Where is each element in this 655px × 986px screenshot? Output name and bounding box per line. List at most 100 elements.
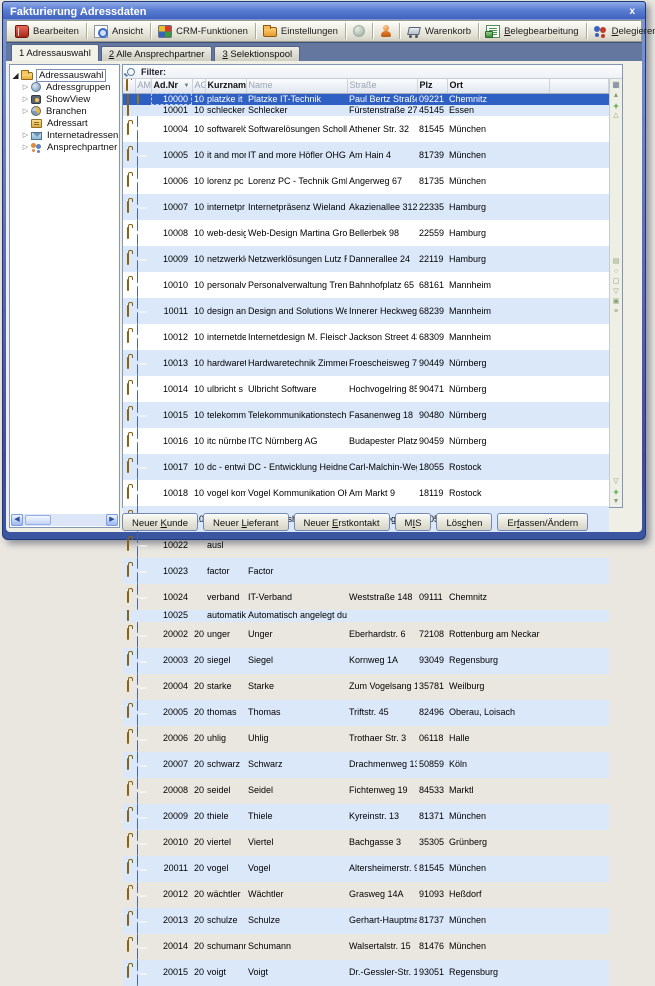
cell-adnr: 10009 — [151, 246, 192, 272]
globe-icon — [137, 402, 149, 428]
expander-icon[interactable]: ▷ — [20, 95, 31, 103]
table-row[interactable]: 1001410ulbricht sUlbricht SoftwareHochvo… — [123, 376, 609, 402]
table-row[interactable]: 2000820seidelSeidelFichtenweg 1984533Mar… — [123, 778, 609, 804]
tree-item-showview[interactable]: ▷ShowView — [10, 93, 119, 105]
scroll-right-icon[interactable]: ▶ — [106, 514, 118, 526]
column-header-lock-icon[interactable] — [123, 79, 135, 93]
toolbar-button-belegbearbeitung[interactable]: Belegbearbeitung — [481, 23, 584, 40]
table-row[interactable]: 2000520thomasThomasTriftstr. 4582496Ober… — [123, 700, 609, 726]
first-record-icon[interactable]: ▲ — [613, 91, 620, 101]
table-row[interactable]: 10022ausl — [123, 532, 609, 558]
table-row[interactable]: 2000420starkeStarkeZum Vogelsang 1535781… — [123, 674, 609, 700]
table-row[interactable]: 2001020viertelViertelBachgasse 335305Grü… — [123, 830, 609, 856]
search-record-icon[interactable]: ○ — [614, 267, 618, 277]
button-erfassen-ändern[interactable]: Erfassen/Ändern — [497, 513, 588, 531]
last-record-icon[interactable]: ▼ — [613, 497, 620, 507]
expander-icon[interactable]: ▷ — [20, 131, 31, 139]
tree-item-internetadressen[interactable]: ▷Internetadressen — [10, 129, 119, 141]
filter-funnel-icon[interactable]: ▽ — [613, 287, 618, 297]
table-row[interactable]: 1000610lorenz pcLorenz PC - Technik GmbH… — [123, 168, 609, 194]
column-header-name[interactable]: Name — [246, 79, 347, 93]
toolbar-button-person-icon[interactable] — [375, 23, 397, 40]
table-row[interactable]: 1000010platzke itPlatzke IT-TechnikPaul … — [123, 93, 609, 105]
table-row[interactable]: 2001520voigtVoigtDr.-Gessler-Str. 15B930… — [123, 960, 609, 986]
table-row[interactable]: 2000920thieleThieleKyreinstr. 1381371Mün… — [123, 804, 609, 830]
table-row[interactable]: 1001210internetdeInternetdesign M. Fleis… — [123, 324, 609, 350]
table-row[interactable]: 1001810vogel kommVogel Kommunikation OHG… — [123, 480, 609, 506]
tab-1-adressauswahl[interactable]: 1 Adressauswahl — [11, 44, 99, 61]
table-row[interactable]: 1001010personalvePersonalverwaltung Tren… — [123, 272, 609, 298]
column-header-kurzname[interactable]: Kurzname — [205, 79, 246, 93]
tab-2-alle-ansprechpartner[interactable]: 2 Alle Ansprechpartner — [101, 46, 213, 61]
toolbar-button-ansicht[interactable]: Ansicht — [89, 23, 148, 40]
table-row[interactable]: 2001320schulzeSchulzeGerhart-Hauptmann-R… — [123, 908, 609, 934]
tree-horizontal-scrollbar[interactable]: ◀ ▶ — [11, 514, 118, 526]
tree-root-adressauswahl[interactable]: ◢Adressauswahl — [10, 69, 119, 81]
column-chooser-icon[interactable]: ▦ — [612, 79, 620, 91]
table-row[interactable]: 10024verbandIT-VerbandWeststraße 1480911… — [123, 584, 609, 610]
table-row[interactable]: 1000810web-designWeb-Design Martina Groß… — [123, 220, 609, 246]
toolbar-button-crm-funktionen[interactable]: CRM-Funktionen — [153, 23, 253, 40]
column-header-filler[interactable] — [549, 79, 609, 93]
column-header-straße[interactable]: Straße — [347, 79, 417, 93]
table-row[interactable]: 2000220ungerUngerEberhardstr. 672108Rott… — [123, 622, 609, 648]
table-row[interactable]: 2000620uhligUhligTrothaer Str. 306118Hal… — [123, 726, 609, 752]
column-header-plz[interactable]: Plz — [417, 79, 447, 93]
expander-icon[interactable]: ▷ — [20, 107, 31, 115]
button-löschen[interactable]: Löschen — [436, 513, 492, 531]
table-row[interactable]: 2001220wächtlerWächtlerGrasweg 14A91093H… — [123, 882, 609, 908]
copy-record-icon[interactable]: ▣ — [613, 297, 620, 307]
column-header-ag[interactable]: AG — [192, 79, 205, 93]
table-row[interactable]: 10025automatikAutomatisch angelegt durch… — [123, 610, 609, 622]
insert-record-icon[interactable]: + — [613, 487, 618, 497]
table-row[interactable]: 1001610itc nürnbeITC Nürnberg AGBudapest… — [123, 428, 609, 454]
toolbar-button-bearbeiten[interactable]: Bearbeiten — [10, 23, 84, 40]
scroll-left-icon[interactable]: ◀ — [11, 514, 23, 526]
scrollbar-thumb[interactable] — [25, 515, 51, 525]
table-row[interactable]: 2000320siegelSiegelKornweg 1A93049Regens… — [123, 648, 609, 674]
table-row[interactable]: 2001120vogelVogelAltersheimerstr. 9A8154… — [123, 856, 609, 882]
tab-3-selektionspool[interactable]: 3 Selektionspool — [214, 46, 300, 61]
toolbar-separator — [255, 23, 256, 39]
button-neuer-erstkontakt[interactable]: Neuer Erstkontakt — [294, 513, 390, 531]
table-row[interactable]: 1000910netzwerklöNetzwerklösungen Lutz R… — [123, 246, 609, 272]
table-row[interactable]: 2000720schwarzSchwarzDrachmenweg 1350859… — [123, 752, 609, 778]
expander-icon[interactable]: ▷ — [20, 143, 31, 151]
list-view-icon[interactable]: ≡ — [614, 307, 618, 317]
toolbar: Bearbeiten Ansicht CRM-Funktionen Einstellu… — [6, 20, 642, 42]
new-record-icon[interactable]: + — [613, 101, 618, 111]
table-row[interactable]: 1001710dc - entwiDC - Entwicklung Heidne… — [123, 454, 609, 480]
tree-item-ansprechpartner[interactable]: ▷Ansprechpartner — [10, 141, 119, 153]
close-icon[interactable]: x — [625, 6, 639, 18]
table-row[interactable]: 2001420schumannSchumannWalsertalstr. 158… — [123, 934, 609, 960]
expander-icon[interactable]: ▷ — [20, 83, 31, 91]
toolbar-button-warenkorb[interactable]: Warenkorb — [402, 23, 476, 40]
table-row[interactable]: 1000410softwarelöSoftwarelösungen Scholl… — [123, 116, 609, 142]
column-header-ad-nr[interactable]: Ad.Nr▼ — [151, 79, 192, 93]
table-row[interactable]: 1000110schleckerSchleckerFürstenstraße 2… — [123, 105, 609, 117]
table-row[interactable]: 10023factorFactor — [123, 558, 609, 584]
toolbar-button-einstellungen[interactable]: Einstellungen — [258, 24, 343, 39]
table-row[interactable]: 1001110design andDesign and Solutions We… — [123, 298, 609, 324]
tree-item-adressart[interactable]: Adressart — [10, 117, 119, 129]
next-record-icon[interactable]: ▽ — [613, 477, 618, 487]
table-row[interactable]: 1000510it and morIT and more Höfler OHGA… — [123, 142, 609, 168]
column-header-am[interactable]: AM — [135, 79, 151, 93]
tree-item-adressgruppen[interactable]: ▷Adressgruppen — [10, 81, 119, 93]
prev-record-icon[interactable]: △ — [613, 111, 618, 121]
save-view-icon[interactable]: ▢ — [613, 277, 620, 287]
tree-item-branchen[interactable]: ▷Branchen — [10, 105, 119, 117]
toolbar-button-sphere-icon[interactable] — [348, 23, 370, 39]
button-mis[interactable]: MIS — [395, 513, 432, 531]
column-header-ort[interactable]: Ort — [447, 79, 549, 93]
button-neuer-lieferant[interactable]: Neuer Lieferant — [203, 513, 289, 531]
table-row[interactable]: 1000710internetprInternetpräsenz Wieland… — [123, 194, 609, 220]
table-row[interactable]: 1001510telekommunTelekommunikationstechn… — [123, 402, 609, 428]
expander-icon[interactable]: ◢ — [10, 71, 21, 80]
cell-name: Telekommunikationstechnik Seip — [246, 402, 347, 428]
button-neuer-kunde[interactable]: Neuer Kunde — [122, 513, 198, 531]
grid-columns-icon[interactable]: ▤ — [613, 257, 620, 267]
filter-bar[interactable]: Filter: — [123, 65, 622, 79]
table-row[interactable]: 1001310hardwareteHardwaretechnik Zimmerm… — [123, 350, 609, 376]
toolbar-button-delegieren[interactable]: Delegieren — [589, 23, 655, 40]
